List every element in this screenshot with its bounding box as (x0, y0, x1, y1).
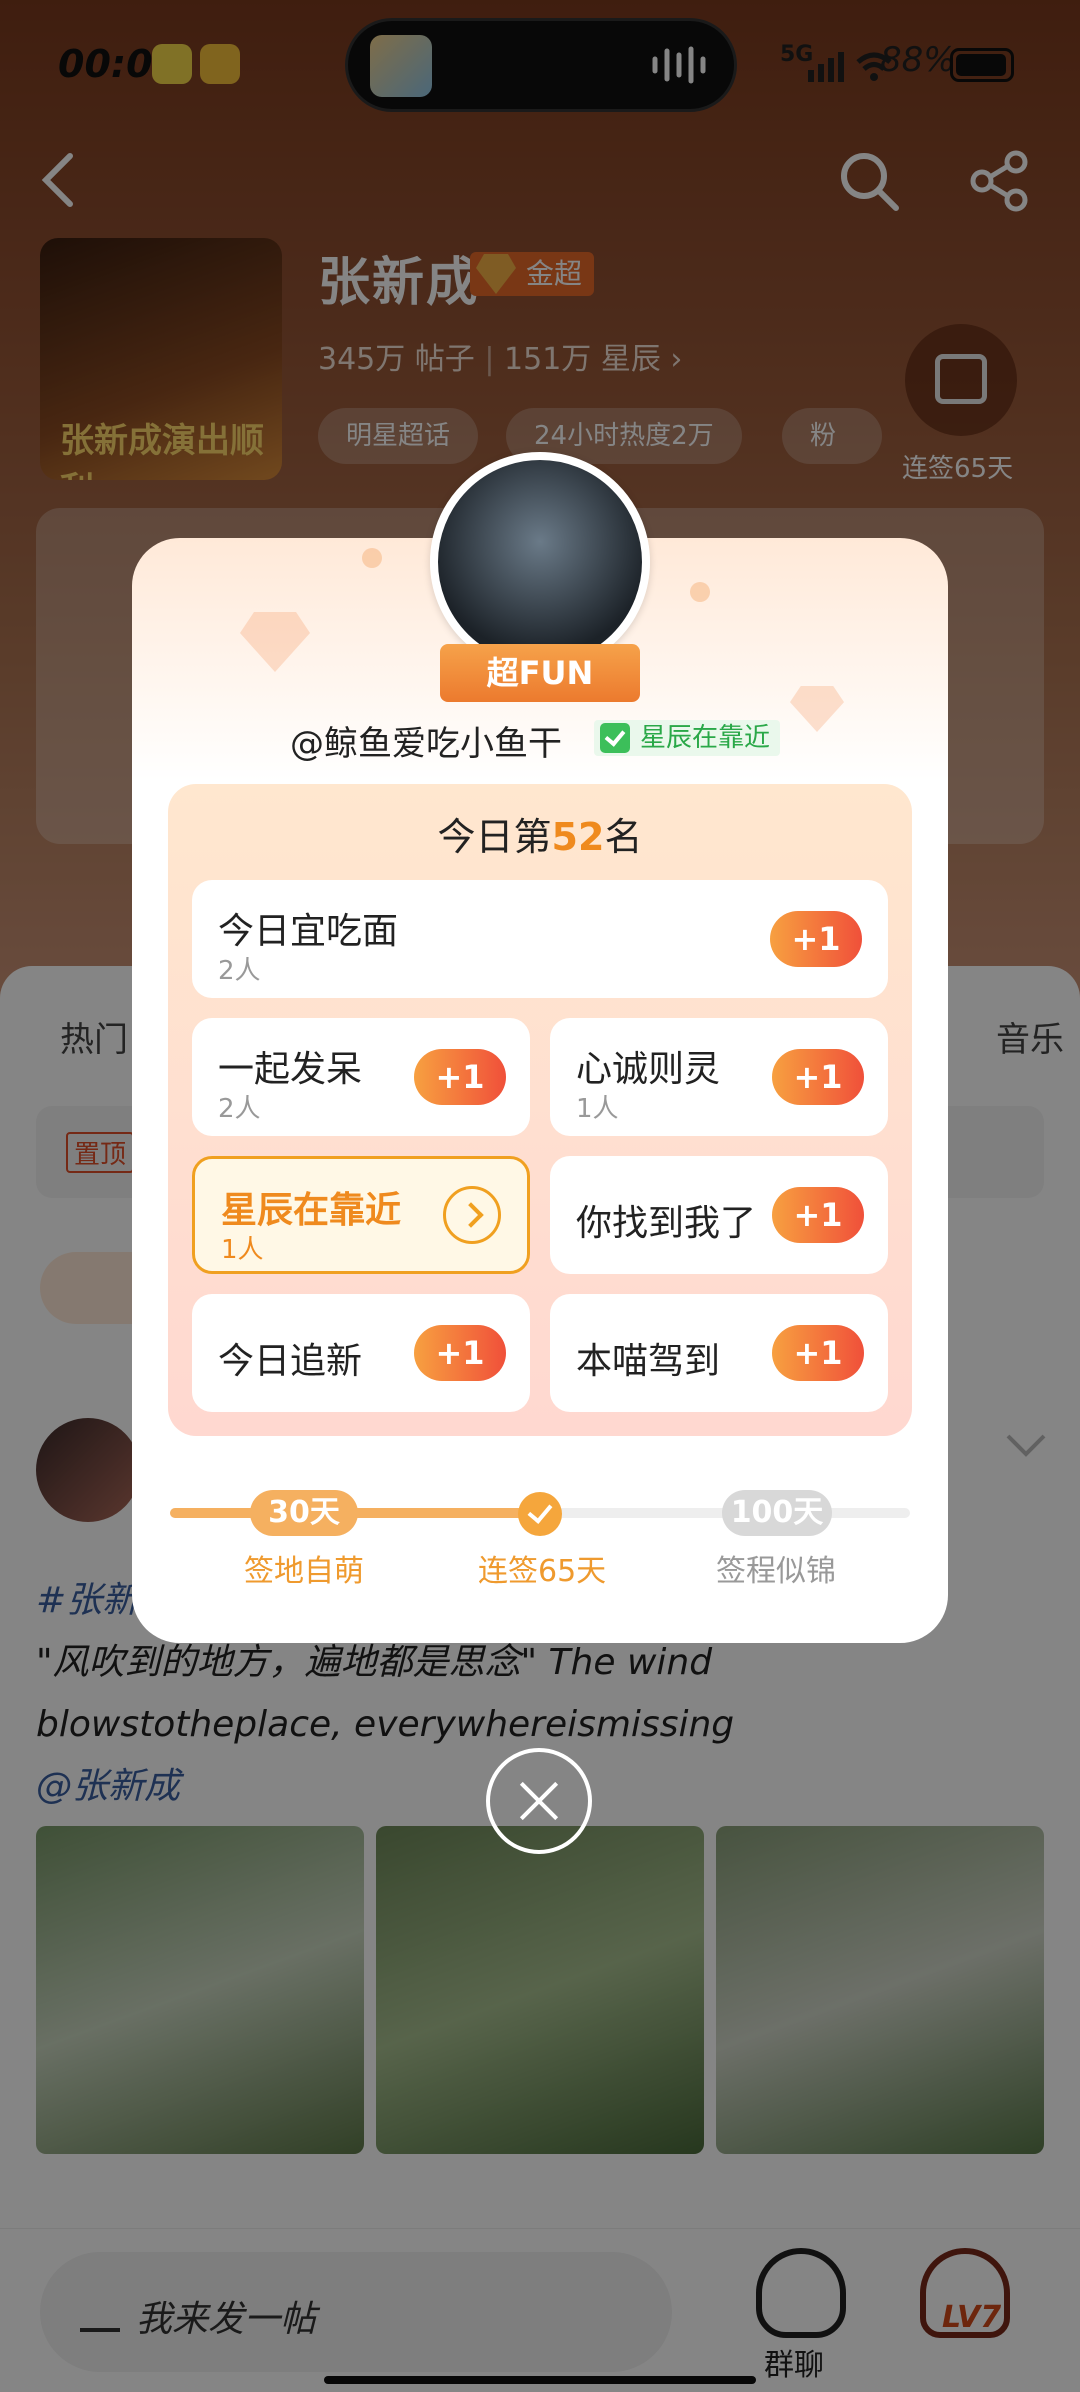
milestone-100: 100天 (722, 1490, 832, 1536)
option-count: 1人 (576, 1094, 619, 1124)
option-count: 1人 (221, 1235, 264, 1265)
rank-number: 52 (551, 815, 605, 859)
option-count: 2人 (218, 1094, 261, 1124)
chevron-right-icon[interactable] (443, 1186, 501, 1244)
rank-title: 今日第52名 (168, 806, 912, 861)
option-eat-noodles[interactable]: 今日宜吃面 2人 +1 (192, 880, 888, 998)
option-cat-arrives[interactable]: 本喵驾到 +1 (550, 1294, 888, 1412)
plus-one-button[interactable]: +1 (414, 1325, 506, 1381)
rank-prefix: 今日第 (437, 815, 552, 859)
plus-one-button[interactable]: +1 (414, 1049, 506, 1105)
milestone-30: 30天 (250, 1490, 358, 1536)
username: @鲸鱼爱吃小鱼干 (290, 724, 562, 764)
rank-badge: 超FUN (422, 644, 658, 702)
close-icon[interactable] (486, 1748, 592, 1854)
check-icon (518, 1492, 562, 1536)
option-label: 本喵驾到 (576, 1341, 721, 1382)
option-stars-approaching[interactable]: 星辰在靠近 1人 (192, 1156, 530, 1274)
milestone-label-100: 签程似锦 (716, 1554, 836, 1589)
plus-one-button[interactable]: +1 (772, 1187, 864, 1243)
option-found-me[interactable]: 你找到我了 +1 (550, 1156, 888, 1274)
option-label: 心诚则灵 (576, 1049, 721, 1090)
milestone-label-65: 连签65天 (478, 1554, 607, 1589)
decor-dot (362, 548, 382, 568)
plus-one-button[interactable]: +1 (772, 1325, 864, 1381)
decor-dot (690, 582, 710, 602)
checkbox-icon (600, 723, 630, 753)
option-label: 今日宜吃面 (218, 911, 399, 952)
option-label: 一起发呆 (218, 1049, 363, 1090)
option-daze-together[interactable]: 一起发呆 2人 +1 (192, 1018, 530, 1136)
option-label: 你找到我了 (576, 1203, 757, 1244)
option-catch-up[interactable]: 今日追新 +1 (192, 1294, 530, 1412)
plus-one-button[interactable]: +1 (772, 1049, 864, 1105)
plus-one-button[interactable]: +1 (770, 911, 862, 967)
option-label: 星辰在靠近 (221, 1190, 402, 1231)
rank-suffix: 名 (604, 815, 643, 859)
option-sincerity[interactable]: 心诚则灵 1人 +1 (550, 1018, 888, 1136)
avatar (430, 452, 650, 672)
verify-label: 星辰在靠近 (640, 723, 771, 753)
milestone-label-30: 签地自萌 (244, 1554, 364, 1589)
verify-badge: 星辰在靠近 (594, 720, 781, 756)
option-label: 今日追新 (218, 1341, 363, 1382)
option-count: 2人 (218, 956, 261, 986)
